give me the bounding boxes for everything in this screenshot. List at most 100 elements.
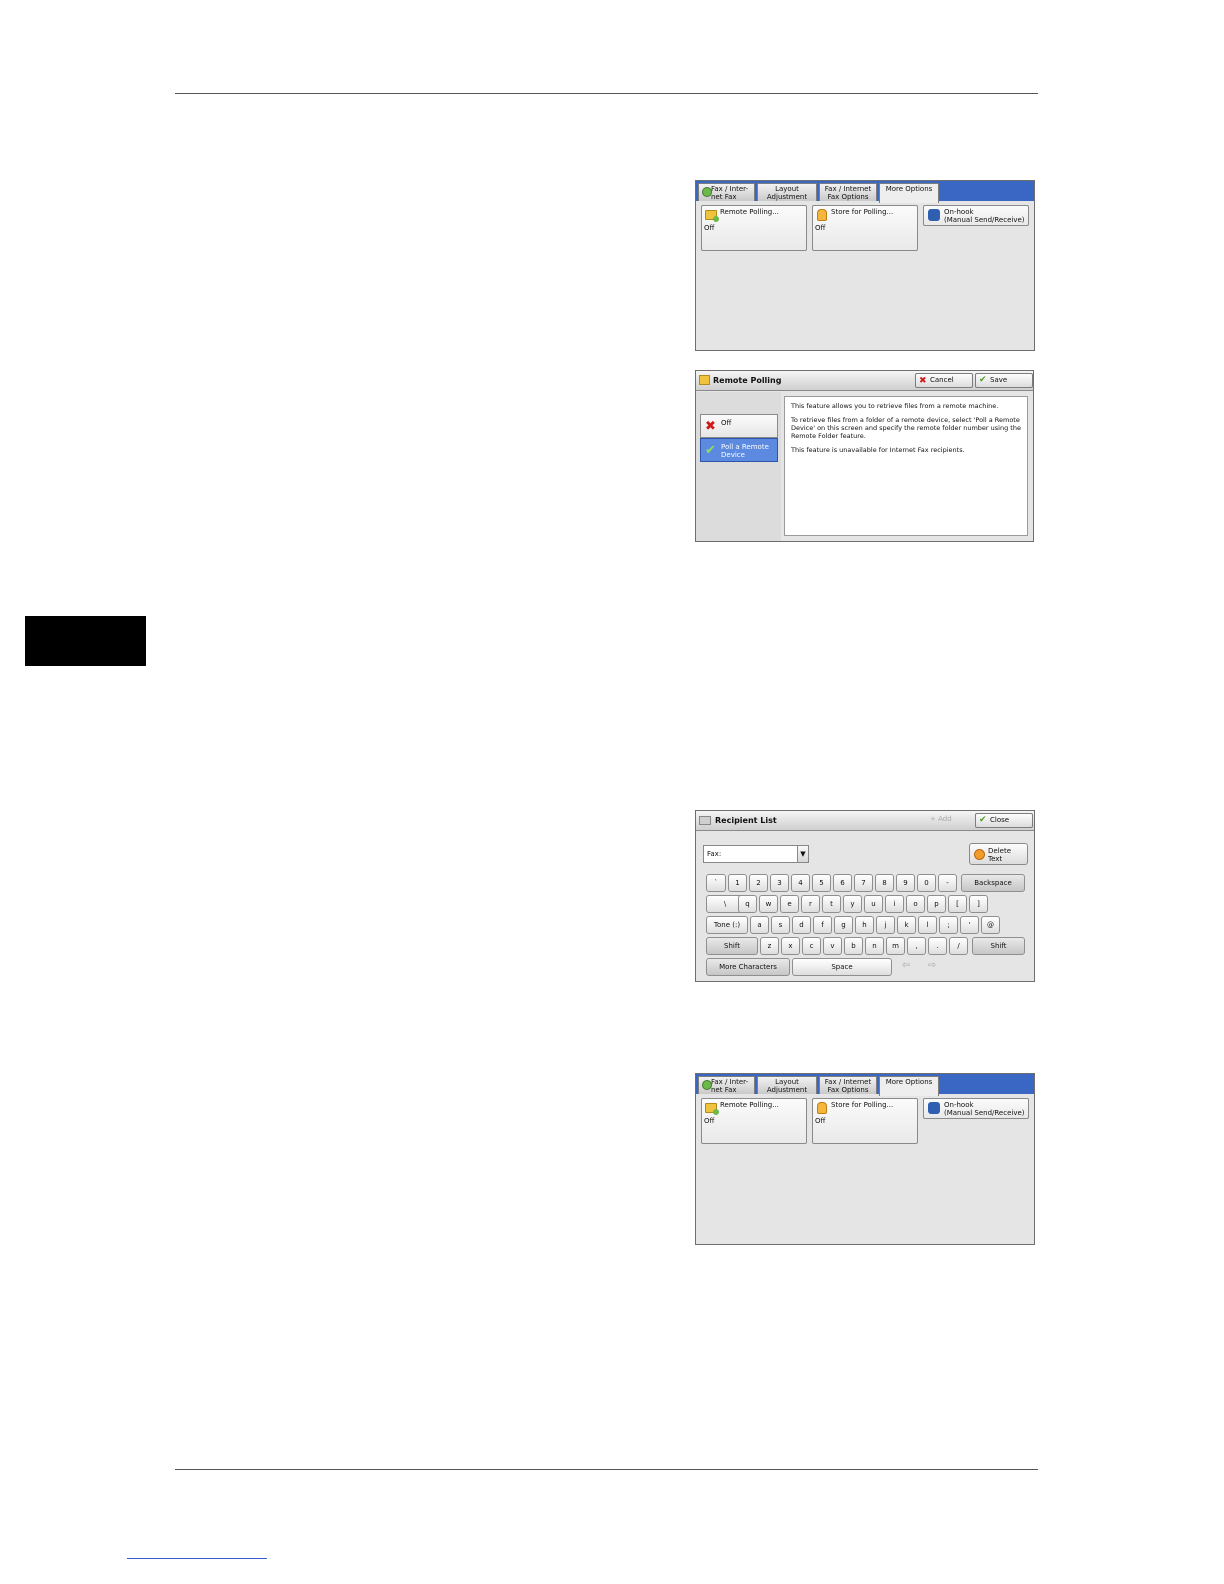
backspace-key[interactable]: Backspace	[961, 874, 1025, 892]
store-for-polling-label: Store for Polling...	[831, 1101, 894, 1109]
on-hook-label: On-hook (Manual Send/Receive)	[944, 208, 1025, 224]
key[interactable]: ;	[939, 916, 958, 934]
remote-polling-value: Off	[704, 1117, 715, 1125]
key[interactable]: n	[865, 937, 884, 955]
delete-text-button[interactable]: Delete Text	[969, 843, 1028, 865]
tab-more-options[interactable]: More Options	[879, 1076, 939, 1096]
key[interactable]: 8	[875, 874, 894, 892]
remote-polling-button[interactable]: Remote Polling... Off	[701, 1098, 807, 1144]
key[interactable]: u	[864, 895, 883, 913]
key[interactable]: c	[802, 937, 821, 955]
key[interactable]: 4	[791, 874, 810, 892]
key[interactable]: h	[855, 916, 874, 934]
key[interactable]: t	[822, 895, 841, 913]
key[interactable]: -	[938, 874, 957, 892]
key[interactable]: [	[948, 895, 967, 913]
check-icon: ✔	[979, 815, 987, 825]
info-panel: This feature allows you to retrieve file…	[784, 396, 1028, 536]
save-label: Save	[990, 376, 1008, 384]
shift-left-key[interactable]: Shift	[706, 937, 758, 955]
check-icon: ✔	[705, 443, 716, 458]
key[interactable]: q	[738, 895, 757, 913]
tab-fax-internet-fax-options[interactable]: Fax / Internet Fax Options	[819, 183, 877, 201]
tab-layout-adjustment[interactable]: Layout Adjustment	[757, 183, 817, 201]
key[interactable]: w	[759, 895, 778, 913]
key[interactable]: a	[750, 916, 769, 934]
on-hook-label: On-hook (Manual Send/Receive)	[944, 1101, 1025, 1117]
key[interactable]: e	[780, 895, 799, 913]
hand-icon	[817, 1102, 827, 1114]
tab-layout-adjustment[interactable]: Layout Adjustment	[757, 1076, 817, 1094]
tab-label: More Options	[885, 1078, 933, 1086]
key[interactable]: '	[960, 916, 979, 934]
key[interactable]: x	[781, 937, 800, 955]
cancel-button[interactable]: ✖ Cancel	[915, 373, 973, 388]
hand-icon	[817, 209, 827, 221]
info-text: To retrieve files from a folder of a rem…	[791, 416, 1021, 440]
dialog-title-bar: Recipient List + Add ✔ Close	[696, 811, 1034, 831]
key[interactable]: y	[843, 895, 862, 913]
key[interactable]: k	[897, 916, 916, 934]
space-key[interactable]: Space	[792, 958, 892, 976]
key[interactable]: 6	[833, 874, 852, 892]
key[interactable]: ]	[969, 895, 988, 913]
key[interactable]: 3	[770, 874, 789, 892]
tone-key[interactable]: Tone (:)	[706, 916, 748, 934]
tab-label: Fax / Internet Fax Options	[824, 1078, 872, 1094]
store-for-polling-button[interactable]: Store for Polling... Off	[812, 205, 918, 251]
phone-icon	[928, 209, 940, 221]
key[interactable]: 9	[896, 874, 915, 892]
key[interactable]: 0	[917, 874, 936, 892]
key[interactable]: g	[834, 916, 853, 934]
tab-bar: Fax / Inter- net Fax Layout Adjustment F…	[696, 1074, 1034, 1096]
key[interactable]: s	[771, 916, 790, 934]
key[interactable]: p	[927, 895, 946, 913]
key[interactable]: r	[801, 895, 820, 913]
folder-icon	[705, 1103, 719, 1115]
tab-fax-internet-fax[interactable]: Fax / Inter- net Fax	[698, 183, 755, 201]
arrow-left-icon[interactable]: ⇦	[896, 958, 916, 976]
tab-fax-internet-fax-options[interactable]: Fax / Internet Fax Options	[819, 1076, 877, 1094]
recipient-type-dropdown[interactable]: Fax: ▼	[703, 845, 809, 863]
arrow-right-icon[interactable]: ⇨	[922, 958, 942, 976]
key[interactable]: d	[792, 916, 811, 934]
shift-right-key[interactable]: Shift	[972, 937, 1025, 955]
key[interactable]: m	[886, 937, 905, 955]
remote-polling-label: Remote Polling...	[720, 1101, 779, 1109]
remote-polling-value: Off	[704, 224, 715, 232]
key[interactable]: 7	[854, 874, 873, 892]
tab-more-options[interactable]: More Options	[879, 183, 939, 203]
delete-text-label: Delete Text	[988, 847, 1011, 863]
key[interactable]: b	[844, 937, 863, 955]
add-button[interactable]: + Add	[916, 813, 970, 828]
recipient-list-dialog: Recipient List + Add ✔ Close Fax: ▼ Dele…	[695, 810, 1035, 982]
store-for-polling-button[interactable]: Store for Polling... Off	[812, 1098, 918, 1144]
key[interactable]: /	[949, 937, 968, 955]
poll-remote-device-option[interactable]: ✔ Poll a Remote Device	[700, 438, 778, 462]
key[interactable]: z	[760, 937, 779, 955]
key[interactable]: `	[706, 874, 726, 892]
close-button[interactable]: ✔ Close	[975, 813, 1033, 828]
on-hook-button[interactable]: On-hook (Manual Send/Receive)	[923, 1098, 1029, 1119]
footer-rule	[175, 1469, 1038, 1470]
save-button[interactable]: ✔ Save	[975, 373, 1033, 388]
tab-fax-internet-fax[interactable]: Fax / Inter- net Fax	[698, 1076, 755, 1094]
key[interactable]: i	[885, 895, 904, 913]
more-characters-key[interactable]: More Characters	[706, 958, 790, 976]
key[interactable]: v	[823, 937, 842, 955]
key[interactable]: 5	[812, 874, 831, 892]
more-options-screen-2: Fax / Inter- net Fax Layout Adjustment F…	[695, 1073, 1035, 1245]
remote-polling-button[interactable]: Remote Polling... Off	[701, 205, 807, 251]
key[interactable]: 1	[728, 874, 747, 892]
on-hook-button[interactable]: On-hook (Manual Send/Receive)	[923, 205, 1029, 226]
tab-label: Layout Adjustment	[766, 185, 808, 201]
key[interactable]: l	[918, 916, 937, 934]
key[interactable]: j	[876, 916, 895, 934]
off-option[interactable]: ✖ Off	[700, 414, 778, 438]
key[interactable]: ,	[907, 937, 926, 955]
key[interactable]: f	[813, 916, 832, 934]
key[interactable]: @	[981, 916, 1000, 934]
key[interactable]: .	[928, 937, 947, 955]
key[interactable]: o	[906, 895, 925, 913]
key[interactable]: 2	[749, 874, 768, 892]
